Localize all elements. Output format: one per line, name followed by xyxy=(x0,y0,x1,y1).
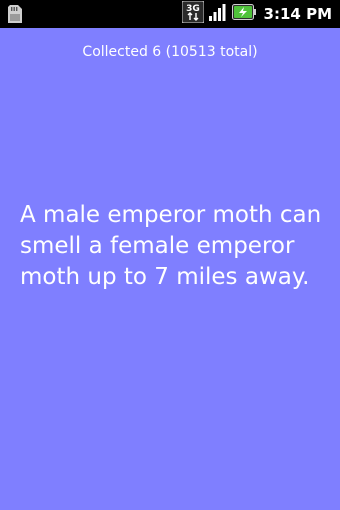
fact-screen[interactable]: Collected 6 (10513 total) A male emperor… xyxy=(0,28,340,510)
battery-charging-icon xyxy=(231,4,256,24)
network-3g-icon: 3G xyxy=(181,0,205,27)
signal-strength-icon xyxy=(208,2,228,26)
network-type-label: 3G xyxy=(186,4,200,14)
status-icons: 3G 3:14 PM xyxy=(181,0,332,28)
collected-count: Collected 6 (10513 total) xyxy=(82,44,258,60)
status-time: 3:14 PM xyxy=(263,5,332,23)
status-bar: 3G 3:14 PM xyxy=(0,0,340,28)
sd-card-icon xyxy=(8,5,22,23)
fact-text: A male emperor moth can smell a female e… xyxy=(20,202,322,290)
